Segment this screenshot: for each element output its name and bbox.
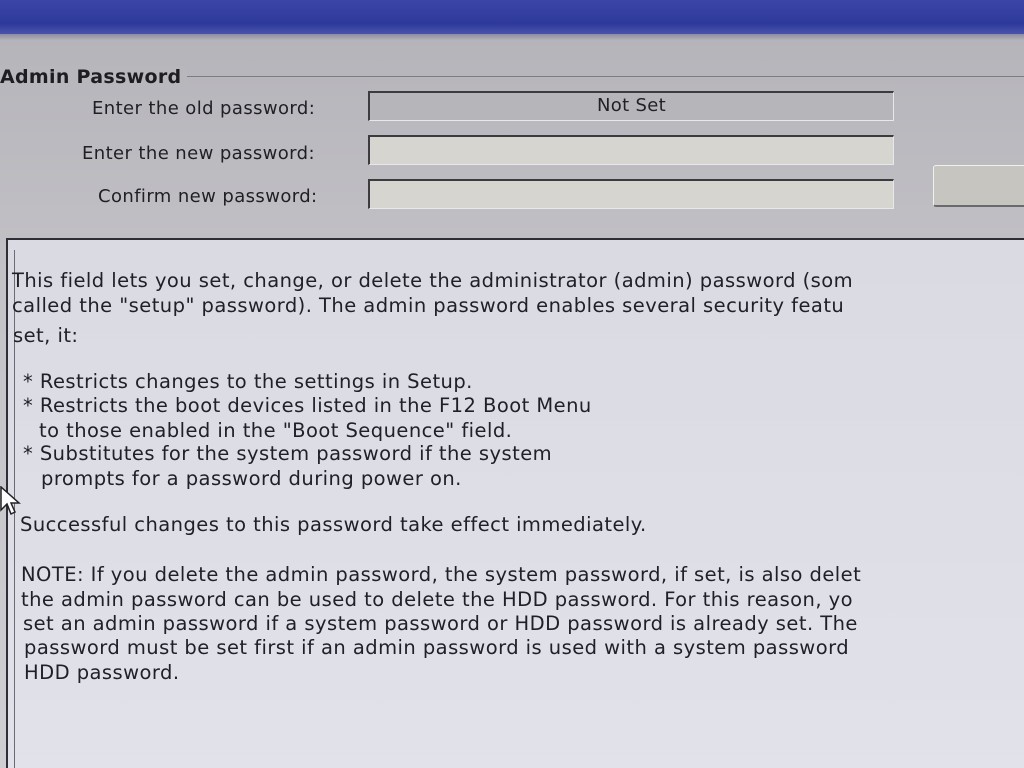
help-note-line: NOTE: If you delete the admin password, … [21,563,862,586]
confirm-password-field[interactable] [368,179,894,209]
help-note-line: password must be set first if an admin p… [24,636,850,659]
help-bullet: * Restricts changes to the settings in S… [23,370,473,393]
help-intro-line: set, it: [13,324,79,347]
help-intro-line: This field lets you set, change, or dele… [12,269,854,292]
old-password-field[interactable]: Not Set [368,91,894,121]
help-bullet-continuation: prompts for a password during power on. [41,467,462,490]
help-bullet: * Restricts the boot devices listed in t… [23,394,592,417]
window-title-bar [0,0,1024,34]
help-bullet: * Substitutes for the system password if… [23,442,553,465]
mouse-pointer-icon [0,486,21,516]
new-password-label: Enter the new password: [82,143,315,164]
new-password-field[interactable] [368,135,894,165]
group-title: Admin Password [0,66,188,88]
help-bullet-continuation: to those enabled in the "Boot Sequence" … [39,419,513,442]
confirm-password-label: Confirm new password: [98,186,318,207]
old-password-label: Enter the old password: [92,98,316,119]
help-note-line: the admin password can be used to delete… [21,588,854,611]
help-success-text: Successful changes to this password take… [20,513,647,536]
title-bar-shadow [0,34,1024,40]
help-intro-line: called the "setup" password). The admin … [12,294,845,317]
help-note-line: HDD password. [24,661,180,684]
bios-setup-screen: Admin Password Enter the old password: N… [0,0,1024,768]
help-note-line: set an admin password if a system passwo… [23,612,858,635]
ok-button[interactable] [933,165,1024,207]
